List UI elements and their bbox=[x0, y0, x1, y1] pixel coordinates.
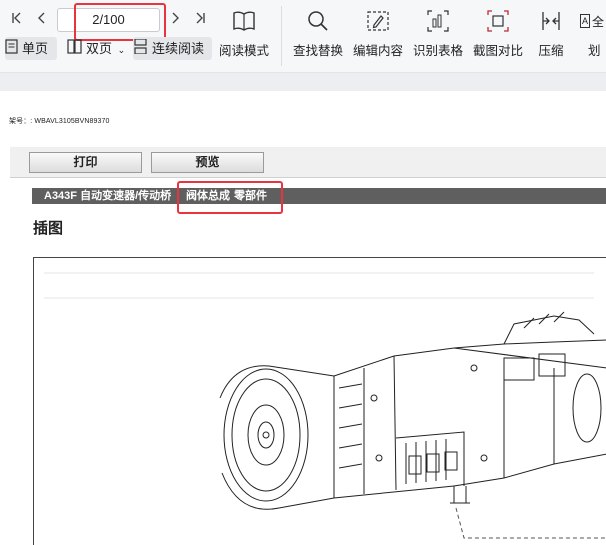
edit-content-label: 编辑内容 bbox=[352, 44, 403, 58]
find-replace-button[interactable]: 查找替换 bbox=[292, 8, 344, 59]
recognize-table-button[interactable]: 识别表格 bbox=[412, 8, 464, 59]
screenshot-compare-button[interactable]: 截图对比 bbox=[472, 8, 524, 59]
preview-button[interactable]: 预览 bbox=[151, 152, 264, 173]
partial-tool-label: 划 bbox=[588, 44, 601, 58]
edit-content-button[interactable]: 编辑内容 bbox=[352, 8, 404, 59]
single-page-button[interactable]: 单页 bbox=[5, 37, 57, 60]
double-page-label: 双页 bbox=[86, 41, 113, 56]
translate-button[interactable]: A全 划 bbox=[580, 8, 606, 59]
last-page-icon[interactable] bbox=[191, 10, 209, 30]
continuous-read-button[interactable]: 连续阅读 bbox=[133, 37, 212, 60]
compress-button[interactable]: 压缩 bbox=[532, 8, 570, 59]
search-icon bbox=[292, 8, 344, 34]
vin-line: 架号：: WBAVL3105BVN89370 bbox=[9, 118, 110, 125]
reading-mode-label: 阅读模式 bbox=[218, 44, 269, 58]
continuous-read-label: 连续阅读 bbox=[152, 41, 205, 56]
toolbar: 2/100 单页 双页 ⌄ 连续阅读 阅读模式 查找替换 编辑内容 识别表格 截… bbox=[0, 0, 606, 73]
continuous-read-icon bbox=[133, 38, 148, 61]
section-heading: 插图 bbox=[33, 220, 64, 237]
chevron-left-icon[interactable] bbox=[33, 10, 51, 30]
content-frame: 打印 预览 A343F 自动变速器/传动桥 阀体总成 零部件 插图 bbox=[10, 147, 606, 545]
translate-label: 全 bbox=[592, 14, 605, 29]
illustration-frame bbox=[33, 257, 606, 545]
single-page-icon bbox=[5, 38, 18, 61]
page-input-highlight bbox=[74, 3, 166, 41]
document-page: 架号：: WBAVL3105BVN89370 打印 预览 A343F 自动变速器… bbox=[0, 91, 606, 545]
screenshot-compare-label: 截图对比 bbox=[472, 44, 523, 58]
recognize-table-label: 识别表格 bbox=[412, 44, 463, 58]
toolbar-separator bbox=[281, 6, 282, 66]
single-page-label: 单页 bbox=[22, 41, 49, 56]
find-replace-label: 查找替换 bbox=[292, 44, 343, 58]
table-recognize-icon bbox=[412, 8, 464, 34]
edit-content-icon bbox=[352, 8, 404, 34]
translate-icon: A bbox=[580, 14, 591, 28]
title-model: A343F 自动变速器/传动桥 bbox=[44, 190, 172, 202]
button-bar: 打印 预览 bbox=[10, 147, 606, 178]
chevron-right-icon[interactable] bbox=[166, 10, 184, 30]
section-title-bar: A343F 自动变速器/传动桥 阀体总成 零部件 bbox=[32, 188, 606, 204]
double-page-icon bbox=[67, 38, 82, 61]
screenshot-compare-icon bbox=[472, 8, 524, 34]
title-highlight bbox=[177, 181, 283, 214]
double-page-button[interactable]: 双页 ⌄ bbox=[67, 37, 129, 60]
transmission-illustration bbox=[44, 272, 606, 539]
compress-icon bbox=[532, 8, 570, 34]
first-page-icon[interactable] bbox=[8, 10, 26, 30]
page-gap bbox=[0, 73, 606, 91]
print-button[interactable]: 打印 bbox=[29, 152, 142, 173]
chevron-down-icon: ⌄ bbox=[117, 45, 126, 55]
book-icon bbox=[218, 8, 270, 34]
compress-label: 压缩 bbox=[538, 44, 564, 58]
reading-mode-button[interactable]: 阅读模式 bbox=[218, 8, 270, 59]
